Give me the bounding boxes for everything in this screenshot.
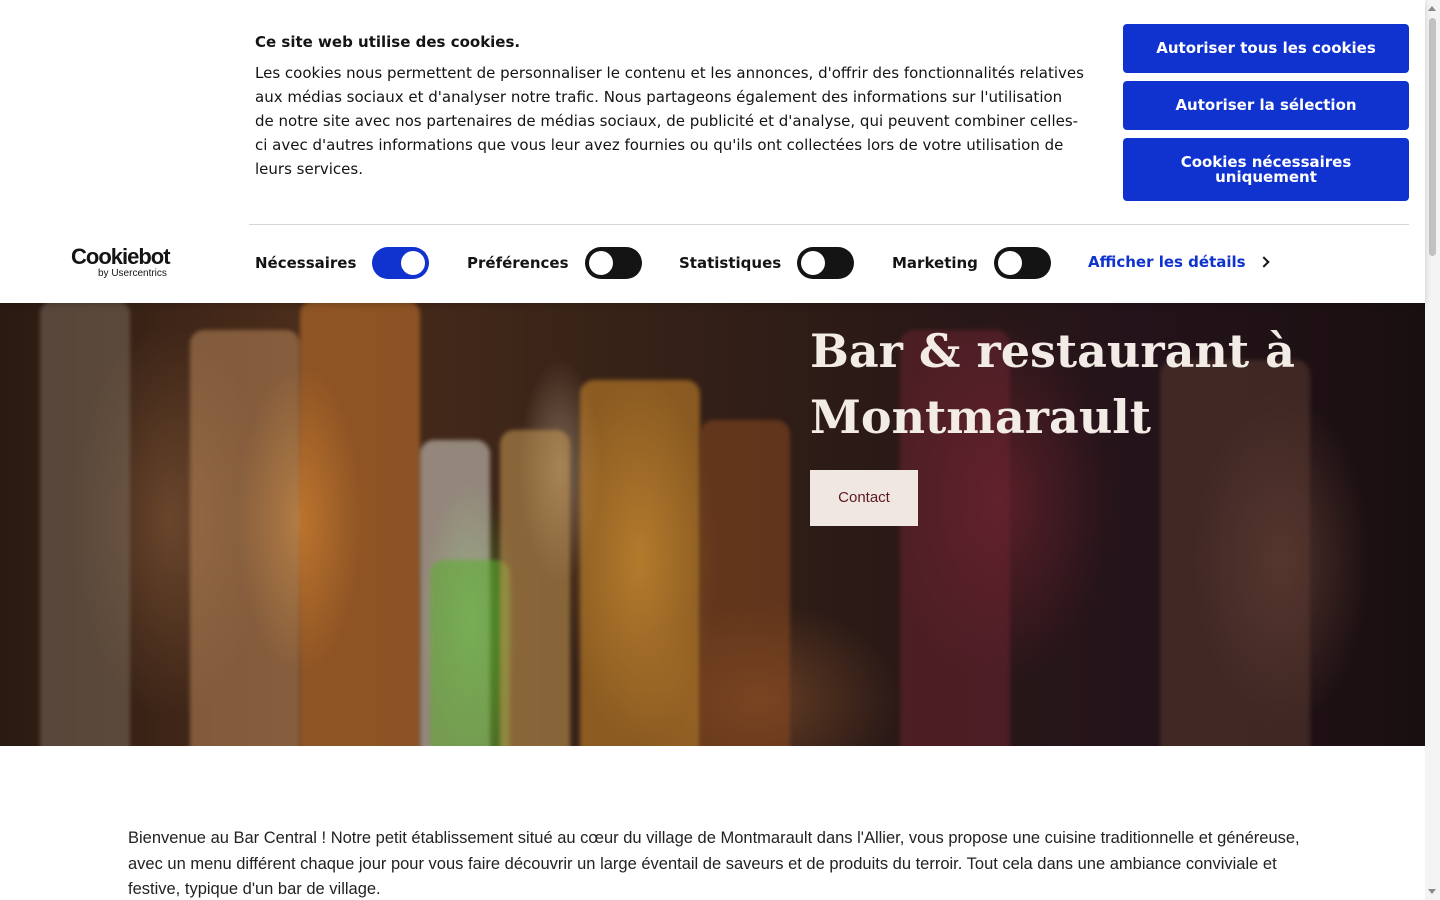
scroll-down-arrow-icon[interactable]	[1428, 889, 1436, 894]
consent-statistics: Statistiques	[679, 246, 855, 279]
hero-image-bottle	[300, 300, 420, 746]
scroll-thumb[interactable]	[1429, 18, 1436, 256]
chevron-right-icon	[1257, 256, 1270, 268]
hero-image-bottle	[700, 420, 790, 746]
cookie-banner-title: Ce site web utilise des cookies.	[255, 33, 521, 51]
consent-marketing: Marketing	[892, 246, 1051, 279]
cookiebot-logo-word: Cookiebot	[71, 244, 171, 269]
consent-marketing-label: Marketing	[892, 253, 978, 272]
consent-statistics-label: Statistiques	[679, 253, 782, 272]
consent-necessary-label: Nécessaires	[255, 253, 357, 272]
hero-title: Bar & restaurant à Montmarault	[810, 324, 1295, 444]
toggle-knob	[588, 250, 613, 275]
toggle-knob	[401, 250, 426, 275]
intro-paragraph: Bienvenue au Bar Central ! Notre petit é…	[128, 829, 1300, 898]
necessary-cookies-only-button[interactable]: Cookies nécessaires uniquement	[1123, 138, 1409, 201]
statistics-toggle[interactable]	[797, 246, 855, 279]
allow-all-cookies-button[interactable]: Autoriser tous les cookies	[1123, 24, 1409, 73]
hero-image-bottle	[430, 560, 510, 746]
consent-preferences-label: Préférences	[467, 253, 569, 272]
cookie-banner-text: Les cookies nous permettent de personnal…	[255, 64, 1084, 178]
hero-image-bottle	[580, 380, 700, 746]
hero-image-bottle	[500, 430, 570, 746]
toggle-knob	[997, 250, 1022, 275]
allow-selection-button[interactable]: Autoriser la sélection	[1123, 81, 1409, 130]
cookiebot-logo: Cookiebot by Usercentrics	[71, 244, 171, 280]
preferences-toggle[interactable]	[584, 246, 642, 279]
marketing-toggle[interactable]	[993, 246, 1051, 279]
cookiebot-logo-sub: by Usercentrics	[98, 268, 167, 279]
consent-preferences: Préférences	[467, 246, 642, 279]
consent-necessary: Nécessaires	[255, 246, 430, 279]
show-details-label: Afficher les détails	[1088, 253, 1246, 271]
hero-image-bottle	[40, 300, 130, 746]
page-scrollbar[interactable]	[1425, 0, 1440, 900]
hero-image-bottle	[190, 330, 300, 746]
cookie-consent-banner: Ce site web utilise des cookies. Les coo…	[0, 0, 1425, 303]
hero-content: Bar & restaurant à Montmarault Contact	[810, 318, 1330, 526]
scroll-up-arrow-icon[interactable]	[1428, 6, 1436, 11]
cookie-banner-divider	[249, 224, 1409, 225]
show-details-link[interactable]: Afficher les détails	[1088, 253, 1270, 271]
toggle-knob	[801, 250, 826, 275]
necessary-toggle[interactable]	[372, 246, 430, 279]
contact-button[interactable]: Contact	[810, 470, 918, 526]
